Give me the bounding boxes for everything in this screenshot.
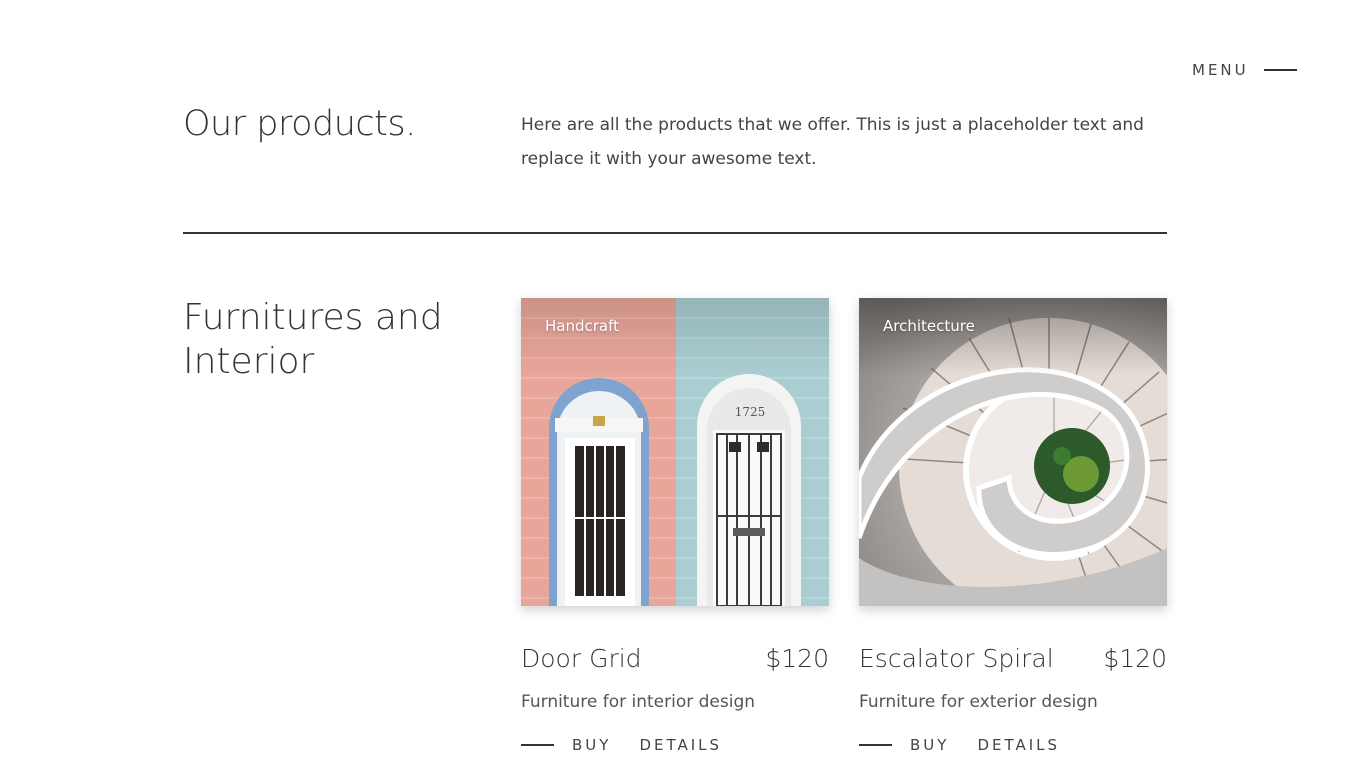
details-button[interactable]: DETAILS: [977, 736, 1060, 754]
door-facade-image: 1725: [521, 298, 829, 606]
product-image-escalator-spiral[interactable]: Architecture: [859, 298, 1167, 606]
spiral-staircase-image: [859, 298, 1167, 606]
dash-line-icon: [859, 744, 892, 746]
product-description: Furniture for exterior design: [859, 692, 1098, 712]
product-tag: Handcraft: [545, 317, 620, 335]
details-button[interactable]: DETAILS: [639, 736, 722, 754]
buy-button[interactable]: BUY: [910, 736, 949, 754]
page-intro: Here are all the products that we offer.…: [521, 115, 1144, 169]
product-card-door-grid: 1725 Handcraft: [521, 298, 829, 754]
product-price: $120: [1103, 644, 1167, 673]
product-name: Escalator Spiral: [859, 644, 1054, 673]
product-price: $120: [765, 644, 829, 673]
product-image-door-grid[interactable]: 1725 Handcraft: [521, 298, 829, 606]
menu-button[interactable]: MENU: [1192, 61, 1297, 79]
product-tag: Architecture: [883, 317, 975, 335]
product-name: Door Grid: [521, 644, 642, 673]
dash-line-icon: [521, 744, 554, 746]
menu-line-icon: [1263, 69, 1297, 71]
product-card-escalator-spiral: Architecture Escalator Spiral $120 Furni…: [859, 298, 1167, 754]
buy-button[interactable]: BUY: [572, 736, 611, 754]
category-title: Furnitures and Interior: [183, 297, 443, 382]
product-description: Furniture for interior design: [521, 692, 756, 712]
section-divider: [183, 232, 1167, 234]
menu-label: MENU: [1192, 61, 1249, 79]
page-title: Our products.: [183, 104, 416, 144]
